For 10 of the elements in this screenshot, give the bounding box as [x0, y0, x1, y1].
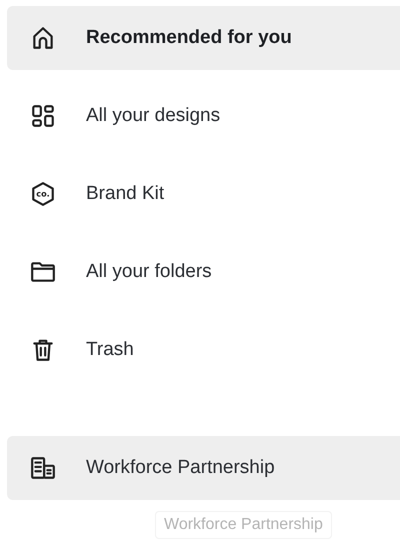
drag-preview: Workforce Partnership	[155, 511, 332, 539]
grid-icon	[30, 103, 56, 129]
nav-item[interactable]: All your folders	[7, 240, 400, 304]
hexagon-icon: co.	[30, 181, 56, 207]
building-icon	[30, 455, 56, 481]
nav-item[interactable]: All your designs	[7, 84, 400, 148]
nav-item[interactable]: Recommended for you	[7, 6, 400, 70]
nav-item[interactable]: Workforce Partnership	[7, 436, 400, 500]
nav-item[interactable]: Trash	[7, 318, 400, 382]
nav-item[interactable]: co. Brand Kit	[7, 162, 400, 226]
